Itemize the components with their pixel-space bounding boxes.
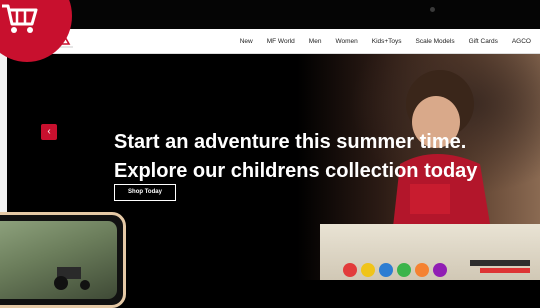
hero-headline-2: Explore our childrens collection today <box>114 160 478 182</box>
nav-item-kids-toys[interactable]: Kids+Toys <box>365 38 409 45</box>
top-bar <box>0 0 540 29</box>
phone-image <box>0 212 126 308</box>
shop-today-button[interactable]: Shop Today <box>114 184 176 201</box>
top-bar-dot <box>430 7 435 12</box>
hero-crayons-image <box>343 260 530 277</box>
cart-icon <box>2 4 38 33</box>
nav-item-mf-world[interactable]: MF World <box>260 38 302 45</box>
nav-item-new[interactable]: New <box>233 38 260 45</box>
nav-item-men[interactable]: Men <box>302 38 329 45</box>
nav-item-gift-cards[interactable]: Gift Cards <box>462 38 505 45</box>
phone-screen <box>0 221 117 299</box>
nav-item-agco[interactable]: AGCO <box>505 38 538 45</box>
nav-item-scale-models[interactable]: Scale Models <box>409 38 462 45</box>
main-navigation: New MF World Men Women Kids+Toys Scale M… <box>0 29 540 54</box>
tractor-icon <box>54 267 90 290</box>
nav-item-women[interactable]: Women <box>328 38 364 45</box>
hero-headline-1: Start an adventure this summer time. <box>114 131 467 153</box>
nav-menu: New MF World Men Women Kids+Toys Scale M… <box>233 29 538 53</box>
carousel-prev-button[interactable]: ‹ <box>41 124 57 140</box>
